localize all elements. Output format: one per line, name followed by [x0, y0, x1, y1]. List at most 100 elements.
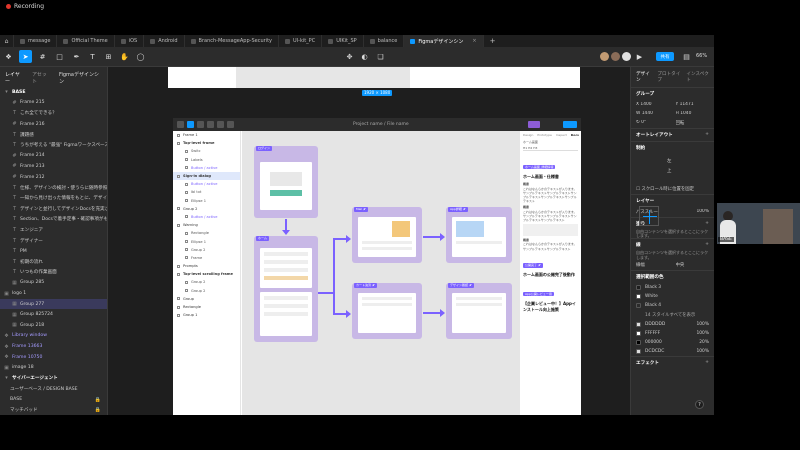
component-tool[interactable]: ✥ — [343, 50, 356, 63]
avatar[interactable] — [622, 52, 631, 61]
constraint-vertical[interactable]: 上 — [667, 168, 671, 174]
layer-item[interactable]: ▣ image 18 — [0, 362, 107, 373]
x-input[interactable]: X 1400 — [636, 102, 670, 107]
color-opacity[interactable]: 100% — [696, 331, 709, 336]
y-input[interactable]: Y 11471 — [676, 102, 710, 107]
page-item[interactable]: ユーザーベース / DESIGN BASE — [0, 384, 107, 395]
close-tab-icon[interactable]: × — [472, 38, 476, 44]
new-tab-button[interactable]: + — [484, 35, 502, 47]
tab-figma-design-system[interactable]: Figmaデザインシン × — [404, 35, 484, 47]
selection-color-item[interactable]: Black 4 — [631, 301, 714, 310]
color-opacity[interactable]: 100% — [696, 322, 709, 327]
add-icon[interactable]: + — [705, 221, 709, 227]
tab-uikit-sp[interactable]: UIKit_SP — [322, 35, 364, 47]
home-tab[interactable]: ⌂ — [0, 35, 14, 47]
selection-color-item[interactable]: Black 3 — [631, 283, 714, 292]
library-button[interactable]: ▤ — [680, 50, 693, 63]
constraints-widget[interactable] — [639, 206, 659, 226]
lock-icon[interactable]: 🔒 — [95, 407, 101, 413]
color-swatch[interactable] — [636, 348, 641, 354]
page-item[interactable]: BASE 🔒 — [0, 394, 107, 405]
help-button[interactable]: ? — [695, 400, 704, 409]
selection-color-item[interactable]: White — [631, 292, 714, 301]
color-swatch[interactable] — [636, 284, 641, 290]
layer-item[interactable]: T うちが考える "最強" Figmaワークスペース — [0, 140, 107, 151]
layer-item[interactable]: TSection、Docsで着手定事・確認事項がもくは... — [0, 214, 107, 225]
frame-tool[interactable]: # — [36, 50, 49, 63]
layer-item[interactable]: ❖ Frame 13663 — [0, 341, 107, 352]
layer-item[interactable]: T これ全てできる？ — [0, 108, 107, 119]
canvas[interactable]: 1920 × 1080 Project name / File name Fra… — [108, 67, 630, 415]
layer-item[interactable]: # Frame 216 — [0, 119, 107, 130]
tab-layers[interactable]: レイヤー — [5, 71, 24, 85]
rotation-input[interactable]: ↻ 0° — [636, 120, 670, 126]
selection-color-item[interactable]: DDDDDD 100% — [631, 320, 714, 329]
shape-tool[interactable]: □ — [53, 50, 66, 63]
layer-item[interactable]: Tデザインと並行してデザインDocsを充実させ... — [0, 204, 107, 215]
layer-opacity[interactable]: 100% — [696, 209, 709, 215]
tab-balance[interactable]: balance — [364, 35, 405, 47]
lock-icon[interactable]: 🔒 — [95, 397, 101, 403]
layer-item[interactable]: T一知から見け出った情報をもとに、デザインを... — [0, 193, 107, 204]
constraint-horizontal[interactable]: 左 — [667, 158, 671, 164]
tab-design[interactable]: デザイン — [636, 71, 651, 83]
file-name[interactable]: Figmaデザインシン — [59, 71, 102, 85]
tab-prototype[interactable]: プロトタイプ — [657, 71, 680, 83]
color-swatch[interactable] — [636, 321, 641, 327]
layer-item[interactable]: ▦ Group 277 — [0, 298, 107, 310]
hand-tool[interactable]: ✋ — [118, 50, 131, 63]
main-menu-button[interactable]: ❖ — [2, 50, 15, 63]
move-tool[interactable]: ➤ — [19, 50, 32, 63]
zoom-level[interactable]: 66% — [696, 53, 707, 59]
tab-assets[interactable]: アセット — [32, 71, 51, 85]
layer-item[interactable]: ▦ Group 285 — [0, 278, 107, 289]
width-input[interactable]: W 1440 — [636, 111, 670, 116]
stroke-position-select[interactable]: 中央 — [676, 262, 710, 268]
add-icon[interactable]: + — [705, 242, 709, 248]
fix-scroll-checkbox[interactable]: ☐ スクロール時に位置を固定 — [636, 186, 709, 192]
pen-tool[interactable]: ✒ — [70, 50, 83, 63]
layer-item[interactable]: T いつもの作業画面 — [0, 267, 107, 278]
color-swatch[interactable] — [636, 293, 641, 299]
color-opacity[interactable]: 100% — [696, 349, 709, 354]
layer-item[interactable]: ❖ Frame 10750 — [0, 352, 107, 363]
comment-tool[interactable]: ◯ — [134, 50, 147, 63]
share-button[interactable]: 共有 — [656, 52, 674, 61]
mask-tool[interactable]: ◐ — [358, 50, 371, 63]
frame-top[interactable] — [168, 67, 580, 88]
selection-color-item[interactable]: 14 スタイルすべてを表示 — [631, 310, 714, 320]
layer-item[interactable]: T 課題感 — [0, 129, 107, 140]
selection-color-item[interactable]: DCDCDC 100% — [631, 347, 714, 356]
layer-item[interactable]: T PM — [0, 246, 107, 257]
tab-ui-kit-pc[interactable]: UI-kit_PC — [279, 35, 323, 47]
add-icon[interactable]: + — [705, 360, 709, 366]
add-icon[interactable]: + — [705, 132, 709, 138]
layer-item[interactable]: # Frame 213 — [0, 161, 107, 172]
color-swatch[interactable] — [636, 302, 641, 308]
tab-ios[interactable]: iOS — [115, 35, 145, 47]
figma-mockup-group[interactable]: Project name / File name Frame 1 Top-leve… — [173, 118, 581, 415]
tab-official-theme[interactable]: Official Theme — [57, 35, 115, 47]
pages-header[interactable]: ▾ サイバーエージェント — [0, 373, 107, 384]
layer-item[interactable]: ▦ Group 825724 — [0, 309, 107, 320]
color-swatch[interactable] — [636, 330, 641, 336]
page-header[interactable]: ▾ BASE — [0, 87, 107, 98]
avatar[interactable] — [611, 52, 620, 61]
color-swatch[interactable] — [636, 339, 641, 345]
layer-item[interactable]: T 仕様、デザインの検討・使うらに随時参照する — [0, 182, 107, 193]
layer-item[interactable]: ❖ Library window — [0, 331, 107, 342]
layer-item[interactable]: T 初期の流れ — [0, 257, 107, 268]
present-button[interactable]: ▶ — [633, 50, 646, 63]
layer-item[interactable]: # Frame 214 — [0, 151, 107, 162]
tab-inspect[interactable]: インスペクト — [686, 71, 709, 83]
layer-item[interactable]: T デザイナー — [0, 235, 107, 246]
page-item[interactable]: マッチバッド 🔒 — [0, 405, 107, 415]
layer-item[interactable]: ▦ Group 218 — [0, 320, 107, 331]
boolean-tool[interactable]: ❏ — [374, 50, 387, 63]
avatar[interactable] — [600, 52, 609, 61]
layer-item[interactable]: T エンジニア — [0, 225, 107, 236]
tab-message[interactable]: message — [14, 35, 58, 47]
layer-item[interactable]: # Frame 212 — [0, 172, 107, 183]
tab-android[interactable]: Android — [144, 35, 185, 47]
layer-item[interactable]: ▣ logo 1 — [0, 288, 107, 299]
